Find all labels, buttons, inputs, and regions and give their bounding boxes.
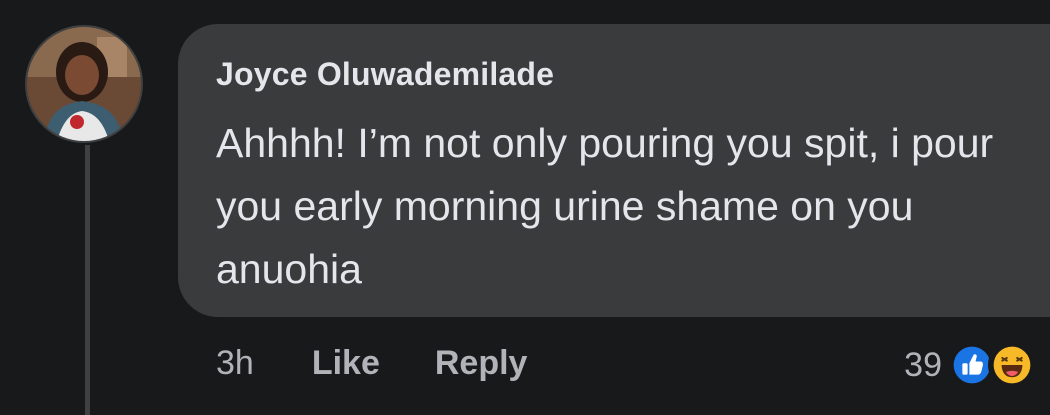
comment: Joyce Oluwademilade Ahhhh! I’m not only … xyxy=(0,0,1050,415)
avatar[interactable] xyxy=(25,25,143,143)
avatar-image xyxy=(27,27,141,141)
reply-button[interactable]: Reply xyxy=(435,344,528,383)
haha-reaction-icon xyxy=(988,341,1036,389)
like-button[interactable]: Like xyxy=(312,344,380,383)
reaction-summary[interactable]: 39 xyxy=(904,340,1036,390)
comment-text: Ahhhh! I’m not only pouring you spit, i … xyxy=(216,120,994,292)
author-name[interactable]: Joyce Oluwademilade xyxy=(216,56,554,93)
reaction-icons xyxy=(948,341,1036,389)
timestamp[interactable]: 3h xyxy=(216,344,254,383)
comment-actions: 3h Like Reply xyxy=(216,338,527,388)
reaction-count: 39 xyxy=(904,345,942,384)
comment-bubble: Joyce Oluwademilade Ahhhh! I’m not only … xyxy=(178,24,1050,317)
thread-line xyxy=(85,145,90,415)
